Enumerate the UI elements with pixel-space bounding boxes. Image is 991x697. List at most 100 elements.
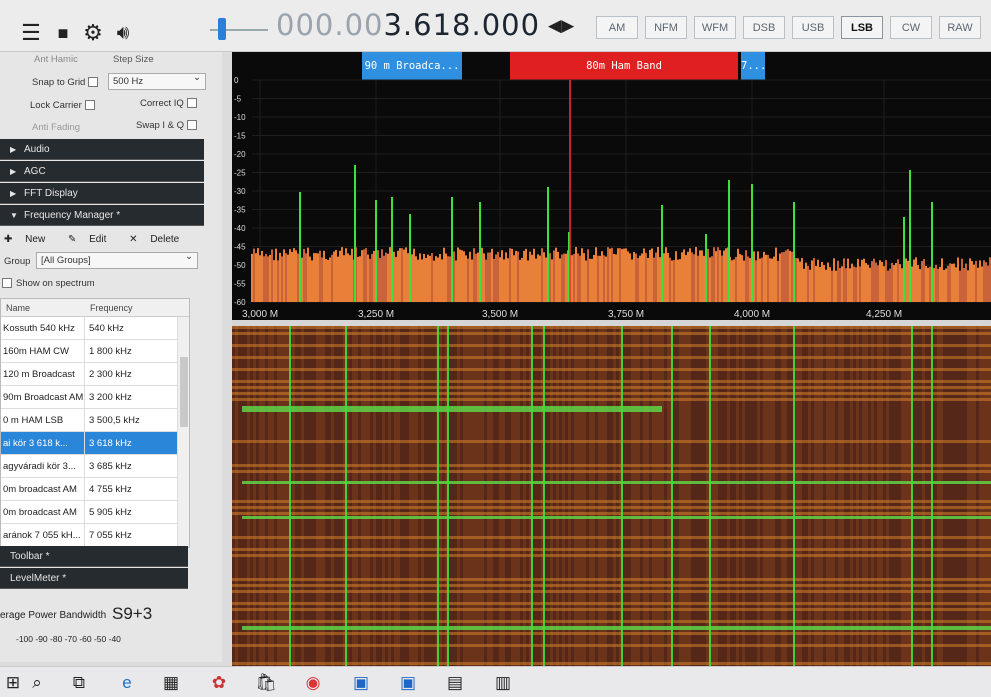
mode-button-dsb[interactable]: DSB (743, 16, 785, 39)
paint-icon[interactable]: ✿ (208, 672, 230, 694)
waterfall-display[interactable] (232, 326, 991, 666)
waterfall-column (535, 326, 538, 666)
table-row[interactable]: agyváradi kör 3... 3 685 kHz (1, 455, 189, 478)
row-name: 0m broadcast AM (1, 478, 85, 500)
waterfall-column (478, 326, 481, 666)
volume-slider-handle[interactable] (218, 18, 226, 40)
y-tick-label: -60 (234, 298, 246, 307)
windows-icon[interactable]: ⊞ (2, 672, 24, 694)
chevron-right-icon: ▶ (10, 167, 17, 176)
column-header-frequency[interactable]: Frequency (85, 299, 177, 316)
snap-to-grid-checkbox[interactable] (88, 77, 99, 88)
table-scrollbar[interactable] (177, 317, 189, 547)
spectrum-display[interactable]: 90 m Broadca... 80m Ham Band 7... 0 -5 -10 -1… (232, 52, 991, 320)
mode-button-usb[interactable]: USB (792, 16, 834, 39)
row-frequency: 4 755 kHz (89, 483, 132, 495)
waterfall-column (373, 326, 376, 666)
section-toolbar-label: Toolbar * (10, 551, 50, 562)
mode-button-wfm[interactable]: WFM (694, 16, 736, 39)
waterfall-column (631, 326, 634, 666)
store-icon[interactable]: 🛍︎ (255, 672, 277, 694)
waterfall-column (583, 326, 586, 666)
waterfall-column (943, 326, 946, 666)
waterfall-column (361, 326, 364, 666)
chevron-down-icon: ▼ (10, 211, 18, 220)
waterfall-column (520, 326, 523, 666)
table-row[interactable]: 160m HAM CW 1 800 kHz (1, 340, 189, 363)
waterfall-column (274, 326, 277, 666)
sdr-icon[interactable]: ▣ (397, 672, 419, 694)
section-frequency-manager[interactable]: ▼ Frequency Manager * (0, 205, 204, 226)
waterfall-band (242, 516, 991, 519)
waterfall-plot (232, 326, 991, 666)
section-levelmeter[interactable]: LevelMeter * (0, 568, 188, 589)
y-tick-label: -15 (234, 132, 246, 141)
group-select[interactable]: [All Groups] (36, 251, 198, 269)
speaker-icon[interactable]: 🔊︎ (110, 20, 136, 46)
swap-iq-checkbox[interactable] (187, 120, 198, 131)
app-icon[interactable]: ▤ (444, 672, 466, 694)
section-levelmeter-label: LevelMeter * (10, 573, 67, 584)
x-tick-label: 4,250 M (866, 309, 902, 320)
table-row[interactable]: 90m Broadcast AM 3 200 kHz (1, 386, 189, 409)
chrome-icon[interactable]: ◉ (302, 672, 324, 694)
search-icon[interactable]: ⌕ (26, 672, 48, 694)
column-header-name[interactable]: Name (1, 299, 85, 316)
waterfall-column (514, 326, 517, 666)
waterfall-column (355, 326, 358, 666)
hamburger-icon[interactable]: ☰ (18, 20, 44, 46)
mode-button-cw[interactable]: CW (890, 16, 932, 39)
waterfall-column (766, 326, 769, 666)
waterfall-column (481, 326, 484, 666)
calculator-icon[interactable]: ▦ (160, 672, 182, 694)
table-row[interactable]: 0m broadcast AM 5 905 kHz (1, 501, 189, 524)
table-row[interactable]: Kossuth 540 kHz 540 kHz (1, 317, 189, 340)
section-audio-label: Audio (24, 144, 50, 155)
frequency-table: Name Frequency Kossuth 540 kHz 540 kHz 160… (0, 298, 190, 548)
step-size-select[interactable]: 500 Hz (108, 72, 206, 90)
waterfall-band (242, 626, 991, 630)
waterfall-column (307, 326, 310, 666)
waterfall-column (424, 326, 427, 666)
mode-button-lsb[interactable]: LSB (841, 16, 883, 39)
scrollbar-thumb[interactable] (180, 357, 188, 427)
frequency-value: 3.618.000 (383, 8, 541, 42)
mode-button-am[interactable]: AM (596, 16, 638, 39)
waterfall-column (595, 326, 598, 666)
mode-button-nfm[interactable]: NFM (645, 16, 687, 39)
waterfall-column (490, 326, 493, 666)
gear-icon[interactable]: ⚙ (80, 20, 106, 46)
lock-carrier-checkbox[interactable] (84, 100, 95, 111)
section-agc[interactable]: ▶ AGC (0, 161, 204, 182)
table-row[interactable]: aránok 7 055 kH... 7 055 kHz (1, 524, 189, 547)
waterfall-column (667, 326, 670, 666)
mode-button-raw[interactable]: RAW (939, 16, 981, 39)
show-on-spectrum-checkbox[interactable] (2, 278, 12, 289)
section-toolbar[interactable]: Toolbar * (0, 546, 188, 567)
edge-icon[interactable]: e (116, 672, 138, 694)
frequency-display[interactable]: 000.003.618.000 (276, 8, 540, 42)
delete-button[interactable]: ✕ Delete (129, 234, 189, 245)
waterfall-column (967, 326, 970, 666)
save-icon[interactable]: ▣ (350, 672, 372, 694)
table-row[interactable]: 120 m Broadcast 2 300 kHz (1, 363, 189, 386)
waterfall-column (328, 326, 331, 666)
section-audio[interactable]: ▶ Audio (0, 139, 204, 160)
waterfall-column (871, 326, 874, 666)
stop-icon[interactable]: ■ (50, 20, 76, 46)
waterfall-column (685, 326, 688, 666)
task-view-icon[interactable]: ⧉ (68, 672, 90, 694)
new-button[interactable]: ✚ New (4, 234, 55, 245)
row-name: agyváradi kör 3... (1, 455, 85, 477)
section-fft-label: FFT Display (24, 188, 78, 199)
correct-iq-checkbox[interactable] (186, 98, 197, 109)
edit-button[interactable]: ✎ Edit (68, 234, 116, 245)
snap-label-text: Snap to Grid (32, 77, 86, 88)
table-row[interactable]: 0 m HAM LSB 3 500,5 kHz (1, 409, 189, 432)
table-row[interactable]: ai kör 3 618 k... 3 618 kHz (1, 432, 189, 455)
section-fft-display[interactable]: ▶ FFT Display (0, 183, 204, 204)
table-row[interactable]: 0m broadcast AM 4 755 kHz (1, 478, 189, 501)
waterfall-column (712, 326, 715, 666)
app-icon-2[interactable]: ▥ (492, 672, 514, 694)
frequency-step-arrows[interactable]: ◀▶ (548, 16, 574, 36)
